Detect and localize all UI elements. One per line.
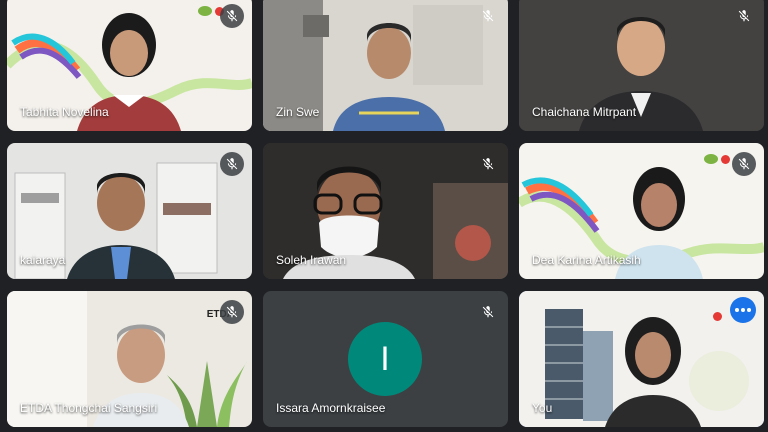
participant-tile[interactable]: Dea Karina Artikasih bbox=[519, 143, 764, 279]
mute-indicator bbox=[220, 152, 244, 176]
participant-tile[interactable]: Chaichana Mitrpant bbox=[519, 0, 764, 131]
flag-mark bbox=[713, 312, 722, 321]
mic-off-icon bbox=[738, 10, 750, 22]
participant-grid: Tabhita Novelina Zin Swe Chaichana Mitrp… bbox=[0, 0, 768, 432]
mute-indicator bbox=[732, 4, 756, 28]
participant-tile[interactable]: kaiaraya bbox=[7, 143, 252, 279]
participant-name: Soleh Irawan bbox=[276, 253, 347, 267]
avatar: I bbox=[348, 322, 422, 396]
participant-name: Chaichana Mitrpant bbox=[532, 105, 637, 119]
participant-tile[interactable]: Tabhita Novelina bbox=[7, 0, 252, 131]
mic-off-icon bbox=[226, 10, 238, 22]
participant-name: You bbox=[532, 401, 553, 415]
mute-indicator bbox=[476, 152, 500, 176]
participant-name: Issara Amornkraisee bbox=[276, 401, 386, 415]
more-options-icon bbox=[735, 308, 751, 312]
flag-mark bbox=[721, 155, 730, 164]
mute-indicator bbox=[732, 152, 756, 176]
participant-name: Dea Karina Artikasih bbox=[532, 253, 641, 267]
mic-off-icon bbox=[482, 306, 494, 318]
participant-name: ETDA Thongchai Sangsiri bbox=[20, 401, 158, 415]
mute-indicator bbox=[476, 4, 500, 28]
participant-name: Tabhita Novelina bbox=[20, 105, 109, 119]
mute-indicator bbox=[476, 300, 500, 324]
mic-off-icon bbox=[482, 158, 494, 170]
more-options-button[interactable] bbox=[730, 297, 756, 323]
mic-off-icon bbox=[482, 10, 494, 22]
participant-tile[interactable]: I Issara Amornkraisee bbox=[263, 291, 508, 427]
mic-off-icon bbox=[738, 158, 750, 170]
self-tile[interactable]: You bbox=[519, 291, 764, 427]
participant-name: kaiaraya bbox=[20, 253, 66, 267]
avatar-letter: I bbox=[380, 339, 390, 378]
mute-indicator bbox=[220, 300, 244, 324]
mic-off-icon bbox=[226, 158, 238, 170]
logo-mark bbox=[704, 154, 718, 164]
logo-mark bbox=[198, 6, 212, 16]
mic-off-icon bbox=[226, 306, 238, 318]
participant-tile[interactable]: ETDA ETDA Thongchai Sangsiri bbox=[7, 291, 252, 427]
participant-name: Zin Swe bbox=[276, 105, 320, 119]
mute-indicator bbox=[220, 4, 244, 28]
participant-tile[interactable]: Zin Swe bbox=[263, 0, 508, 131]
participant-tile[interactable]: Soleh Irawan bbox=[263, 143, 508, 279]
participant-video bbox=[519, 291, 764, 427]
